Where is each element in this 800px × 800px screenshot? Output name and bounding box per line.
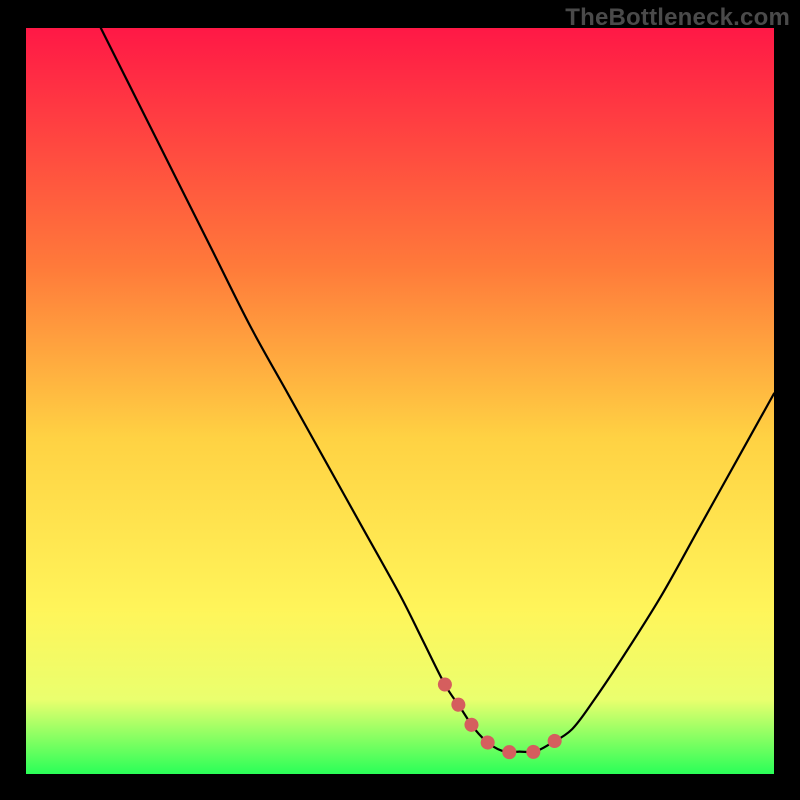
bottleneck-chart — [26, 28, 774, 774]
gradient-background — [26, 28, 774, 774]
chart-frame: TheBottleneck.com — [0, 0, 800, 800]
watermark-text: TheBottleneck.com — [565, 4, 790, 32]
plot-area — [26, 28, 774, 774]
